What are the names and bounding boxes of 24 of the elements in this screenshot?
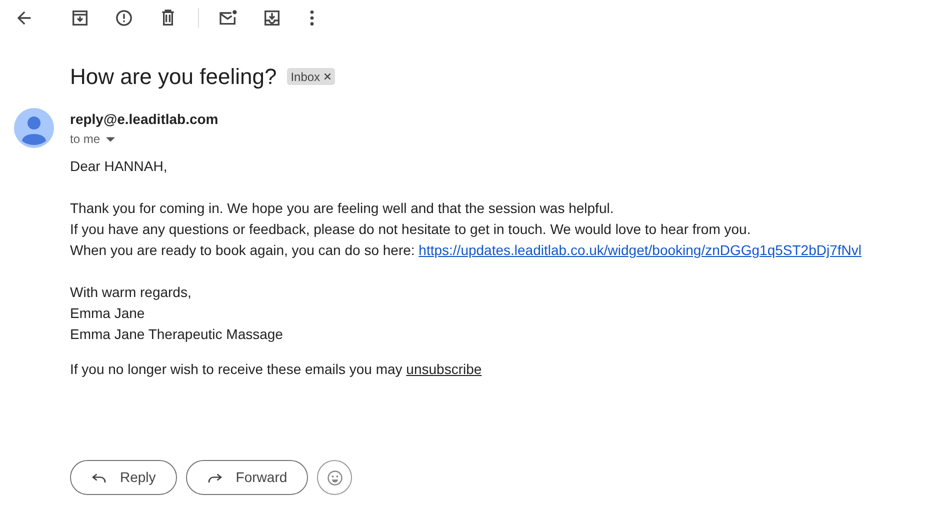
booking-link[interactable]: https://updates.leaditlab.co.uk/widget/booking/znDGGg1q5ST2bDj7fNvl [418,242,862,258]
body-text: If you have any questions or feedback, please do not hesitate to get in touch. We would love to hear from you. [70,220,752,239]
body-text: Emma Jane Therapeutic Massage [70,325,284,344]
body-text: When you are ready to book again, you can do so here: https://updates.leaditlab.co.uk/widget/booking/znDGGg1q5ST2bDj7fNvl [70,241,862,260]
body-text: Dear HANNAH, [70,157,168,176]
footer-text: If you no longer wish to receive these emails you may unsubscribe [70,360,483,379]
body-text: Thank you for coming in. We hope you are feeling well and that the session was helpful. [70,199,615,218]
close-icon[interactable] [324,73,332,80]
archive-icon[interactable] [70,8,90,28]
recipient-dropdown[interactable]: to me [70,130,116,148]
move-icon[interactable] [262,8,282,28]
forward-button[interactable]: Forward [186,460,308,495]
unsubscribe-link[interactable]: unsubscribe [406,361,482,377]
report-icon[interactable] [114,8,134,28]
label-chip[interactable]: Inbox [286,68,336,85]
emoji-reaction-button[interactable] [317,460,352,495]
email-subject: How are you feeling? [70,63,277,91]
avatar-icon [14,108,54,148]
reply-button[interactable]: Reply [70,460,177,495]
sender-email: reply@e.leaditlab.com [70,110,220,128]
body-text: With warm regards, [70,283,192,302]
emoji-icon [326,468,344,486]
caret-icon [106,136,116,142]
body-text: Emma Jane [70,304,146,323]
